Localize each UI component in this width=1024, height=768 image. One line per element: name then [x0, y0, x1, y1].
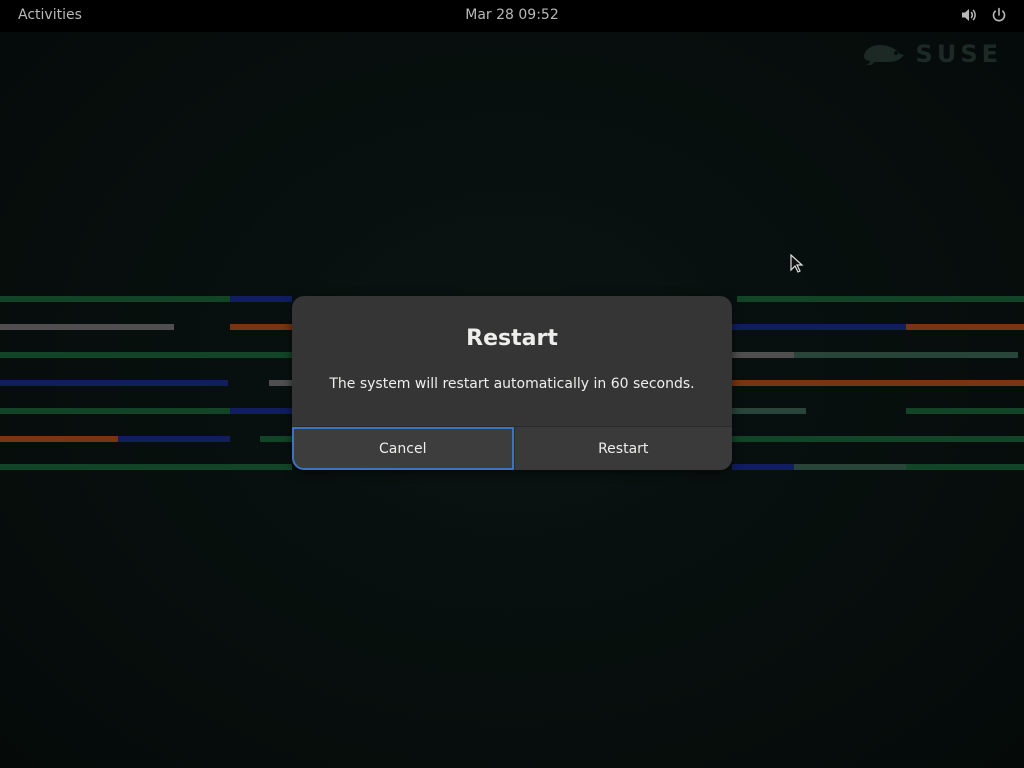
dialog-title: Restart — [466, 326, 558, 351]
top-panel: Activities Mar 28 09:52 — [0, 0, 1024, 32]
restart-button[interactable]: Restart — [513, 427, 732, 470]
clock[interactable]: Mar 28 09:52 — [0, 7, 1024, 23]
dialog-message: The system will restart automatically in… — [329, 376, 695, 392]
dialog-button-row: Cancel Restart — [292, 426, 732, 470]
system-tray[interactable] — [960, 6, 1008, 24]
cancel-button[interactable]: Cancel — [292, 427, 514, 470]
mouse-pointer-icon — [790, 253, 804, 278]
power-icon[interactable] — [990, 6, 1008, 24]
volume-icon[interactable] — [960, 6, 978, 24]
restart-dialog: Restart The system will restart automati… — [292, 296, 732, 470]
